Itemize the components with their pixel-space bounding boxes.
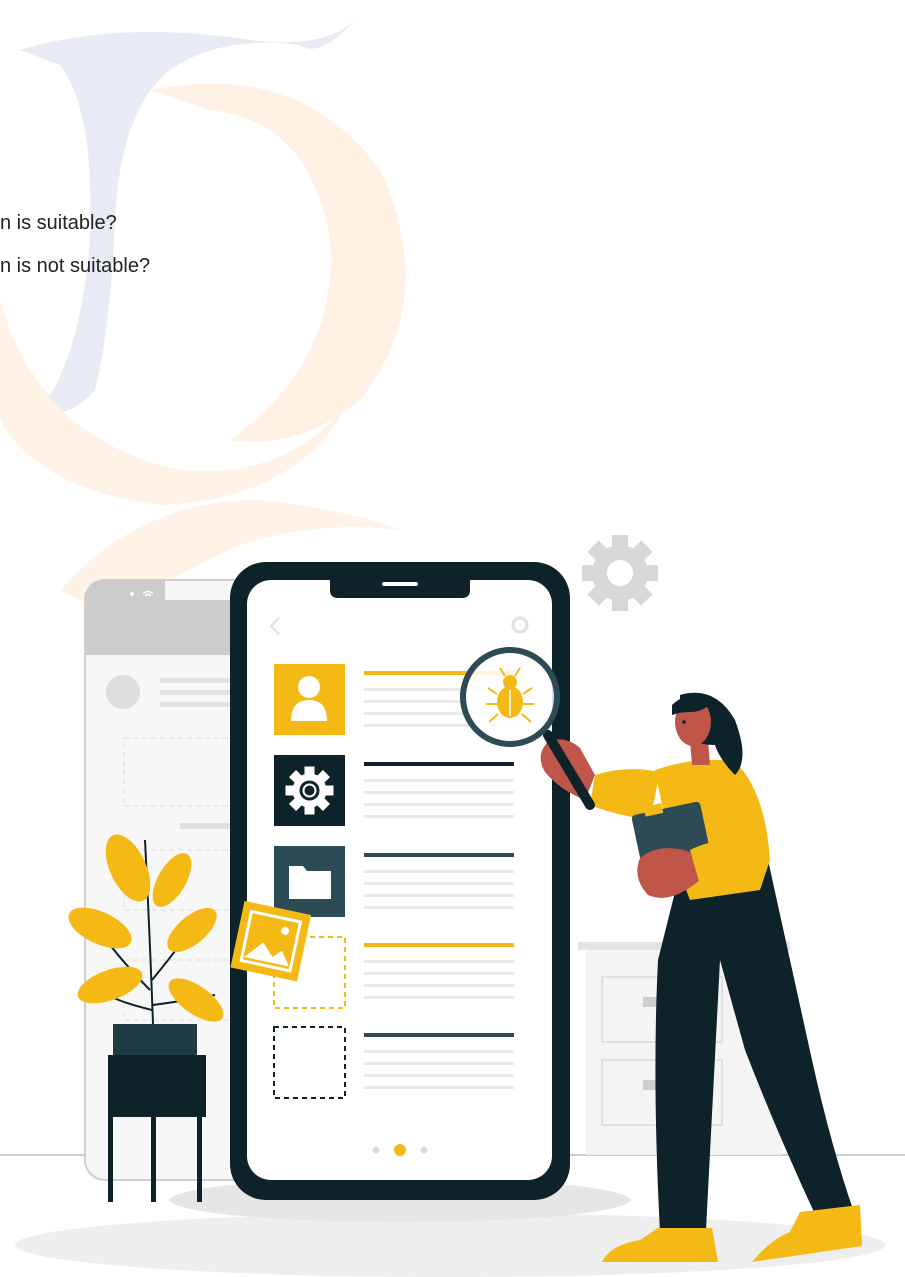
page-dot-active [394,1144,406,1156]
illustration [0,15,905,1277]
question-suitable: n is suitable? [0,212,117,234]
watermark-logo [0,15,406,620]
gear-icon [582,535,658,611]
image-icon [230,900,312,982]
question-not-suitable: n is not suitable? [0,255,151,277]
page-dot [372,1146,380,1154]
page-dot [420,1146,428,1154]
